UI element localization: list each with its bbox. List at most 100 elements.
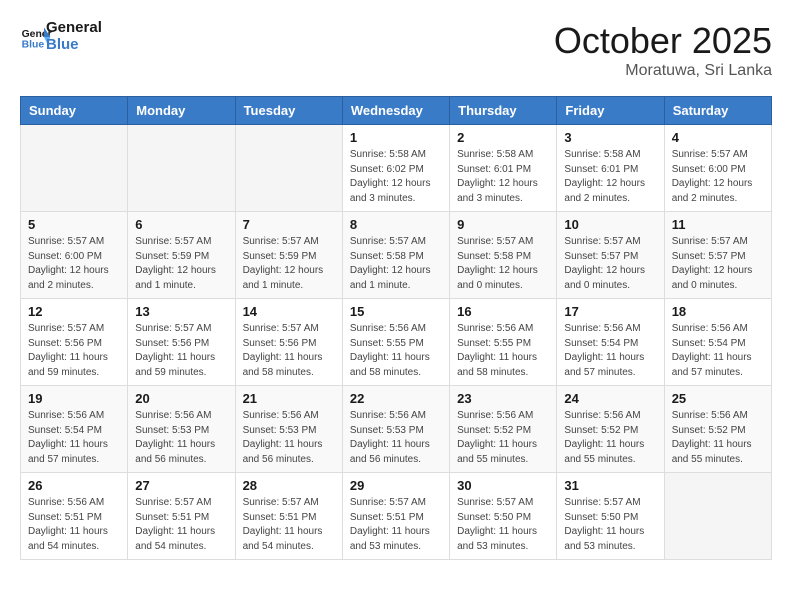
day-info: Sunrise: 5:56 AM Sunset: 5:54 PM Dayligh… bbox=[564, 322, 656, 380]
day-number: 29 bbox=[350, 478, 442, 493]
day-number: 18 bbox=[672, 304, 764, 319]
weekday-wednesday: Wednesday bbox=[342, 97, 449, 125]
svg-text:Blue: Blue bbox=[22, 39, 45, 50]
calendar-cell: 27 Sunrise: 5:57 AM Sunset: 5:51 PM Dayli… bbox=[128, 473, 235, 560]
title-block: October 2025 Moratuwa, Sri Lanka bbox=[554, 20, 772, 80]
day-info: Sunrise: 5:57 AM Sunset: 5:56 PM Dayligh… bbox=[28, 322, 120, 380]
calendar-cell: 21 Sunrise: 5:56 AM Sunset: 5:53 PM Dayli… bbox=[235, 386, 342, 473]
day-info: Sunrise: 5:57 AM Sunset: 5:51 PM Dayligh… bbox=[350, 496, 442, 554]
calendar-cell: 8Sunrise: 5:57 AM Sunset: 5:58 PM Daylig… bbox=[342, 212, 449, 299]
calendar-cell: 15Sunrise: 5:56 AM Sunset: 5:55 PM Dayli… bbox=[342, 299, 449, 386]
day-number: 21 bbox=[243, 391, 335, 406]
week-row-3: 12 Sunrise: 5:57 AM Sunset: 5:56 PM Dayli… bbox=[21, 299, 772, 386]
day-info: Sunrise: 5:57 AM Sunset: 5:56 PM Dayligh… bbox=[243, 322, 335, 380]
day-number: 7 bbox=[243, 217, 335, 232]
week-row-1: 1 Sunrise: 5:58 AM Sunset: 6:02 PM Daylig… bbox=[21, 125, 772, 212]
calendar-cell: 28 Sunrise: 5:57 AM Sunset: 5:51 PM Dayli… bbox=[235, 473, 342, 560]
day-info: Sunrise: 5:56 AM Sunset: 5:53 PM Dayligh… bbox=[135, 409, 227, 467]
calendar-cell: 1 Sunrise: 5:58 AM Sunset: 6:02 PM Daylig… bbox=[342, 125, 449, 212]
day-number: 13 bbox=[135, 304, 227, 319]
calendar-cell: 29 Sunrise: 5:57 AM Sunset: 5:51 PM Dayli… bbox=[342, 473, 449, 560]
day-number: 3 bbox=[564, 130, 656, 145]
weekday-monday: Monday bbox=[128, 97, 235, 125]
day-info: Sunrise: 5:56 AM Sunset: 5:54 PM Dayligh… bbox=[28, 409, 120, 467]
calendar-table: SundayMondayTuesdayWednesdayThursdayFrid… bbox=[20, 96, 772, 560]
day-info: Sunrise: 5:57 AM Sunset: 5:59 PM Dayligh… bbox=[135, 235, 227, 293]
weekday-sunday: Sunday bbox=[21, 97, 128, 125]
calendar-cell: 14 Sunrise: 5:57 AM Sunset: 5:56 PM Dayli… bbox=[235, 299, 342, 386]
calendar-cell: 12 Sunrise: 5:57 AM Sunset: 5:56 PM Dayli… bbox=[21, 299, 128, 386]
day-info: Sunrise: 5:57 AM Sunset: 5:57 PM Dayligh… bbox=[672, 235, 764, 293]
calendar-cell: 31 Sunrise: 5:57 AM Sunset: 5:50 PM Dayli… bbox=[557, 473, 664, 560]
day-number: 11 bbox=[672, 217, 764, 232]
week-row-2: 5 Sunrise: 5:57 AM Sunset: 6:00 PM Daylig… bbox=[21, 212, 772, 299]
day-number: 22 bbox=[350, 391, 442, 406]
day-number: 8 bbox=[350, 217, 442, 232]
weekday-thursday: Thursday bbox=[450, 97, 557, 125]
day-number: 2 bbox=[457, 130, 549, 145]
day-number: 5 bbox=[28, 217, 120, 232]
week-row-4: 19Sunrise: 5:56 AM Sunset: 5:54 PM Dayli… bbox=[21, 386, 772, 473]
calendar-cell: 5 Sunrise: 5:57 AM Sunset: 6:00 PM Daylig… bbox=[21, 212, 128, 299]
day-info: Sunrise: 5:57 AM Sunset: 5:50 PM Dayligh… bbox=[564, 496, 656, 554]
day-info: Sunrise: 5:57 AM Sunset: 6:00 PM Dayligh… bbox=[28, 235, 120, 293]
day-number: 10 bbox=[564, 217, 656, 232]
calendar-cell: 7 Sunrise: 5:57 AM Sunset: 5:59 PM Daylig… bbox=[235, 212, 342, 299]
calendar-cell: 6 Sunrise: 5:57 AM Sunset: 5:59 PM Daylig… bbox=[128, 212, 235, 299]
calendar-cell: 9Sunrise: 5:57 AM Sunset: 5:58 PM Daylig… bbox=[450, 212, 557, 299]
calendar-cell: 10 Sunrise: 5:57 AM Sunset: 5:57 PM Dayli… bbox=[557, 212, 664, 299]
calendar-cell: 13Sunrise: 5:57 AM Sunset: 5:56 PM Dayli… bbox=[128, 299, 235, 386]
day-number: 27 bbox=[135, 478, 227, 493]
calendar-cell: 16Sunrise: 5:56 AM Sunset: 5:55 PM Dayli… bbox=[450, 299, 557, 386]
location: Moratuwa, Sri Lanka bbox=[554, 62, 772, 80]
day-info: Sunrise: 5:57 AM Sunset: 5:51 PM Dayligh… bbox=[135, 496, 227, 554]
day-number: 6 bbox=[135, 217, 227, 232]
calendar-cell: 3 Sunrise: 5:58 AM Sunset: 6:01 PM Daylig… bbox=[557, 125, 664, 212]
calendar-cell: 25Sunrise: 5:56 AM Sunset: 5:52 PM Dayli… bbox=[664, 386, 771, 473]
day-info: Sunrise: 5:58 AM Sunset: 6:02 PM Dayligh… bbox=[350, 148, 442, 206]
logo-blue: Blue bbox=[46, 37, 102, 54]
day-info: Sunrise: 5:56 AM Sunset: 5:53 PM Dayligh… bbox=[243, 409, 335, 467]
day-number: 1 bbox=[350, 130, 442, 145]
day-number: 25 bbox=[672, 391, 764, 406]
day-number: 26 bbox=[28, 478, 120, 493]
weekday-header-row: SundayMondayTuesdayWednesdayThursdayFrid… bbox=[21, 97, 772, 125]
day-number: 16 bbox=[457, 304, 549, 319]
day-number: 28 bbox=[243, 478, 335, 493]
day-info: Sunrise: 5:56 AM Sunset: 5:52 PM Dayligh… bbox=[564, 409, 656, 467]
day-info: Sunrise: 5:57 AM Sunset: 5:51 PM Dayligh… bbox=[243, 496, 335, 554]
day-number: 24 bbox=[564, 391, 656, 406]
day-info: Sunrise: 5:58 AM Sunset: 6:01 PM Dayligh… bbox=[564, 148, 656, 206]
calendar-cell bbox=[128, 125, 235, 212]
calendar-cell bbox=[235, 125, 342, 212]
day-info: Sunrise: 5:56 AM Sunset: 5:52 PM Dayligh… bbox=[457, 409, 549, 467]
calendar-cell bbox=[21, 125, 128, 212]
weekday-friday: Friday bbox=[557, 97, 664, 125]
day-info: Sunrise: 5:57 AM Sunset: 5:59 PM Dayligh… bbox=[243, 235, 335, 293]
day-number: 14 bbox=[243, 304, 335, 319]
day-info: Sunrise: 5:57 AM Sunset: 6:00 PM Dayligh… bbox=[672, 148, 764, 206]
day-number: 9 bbox=[457, 217, 549, 232]
calendar-cell: 4 Sunrise: 5:57 AM Sunset: 6:00 PM Daylig… bbox=[664, 125, 771, 212]
week-row-5: 26 Sunrise: 5:56 AM Sunset: 5:51 PM Dayli… bbox=[21, 473, 772, 560]
day-number: 15 bbox=[350, 304, 442, 319]
day-number: 30 bbox=[457, 478, 549, 493]
day-number: 31 bbox=[564, 478, 656, 493]
day-number: 12 bbox=[28, 304, 120, 319]
day-number: 4 bbox=[672, 130, 764, 145]
logo: General Blue General Blue bbox=[20, 20, 102, 53]
calendar-cell: 24 Sunrise: 5:56 AM Sunset: 5:52 PM Dayli… bbox=[557, 386, 664, 473]
day-info: Sunrise: 5:56 AM Sunset: 5:51 PM Dayligh… bbox=[28, 496, 120, 554]
day-info: Sunrise: 5:56 AM Sunset: 5:53 PM Dayligh… bbox=[350, 409, 442, 467]
day-info: Sunrise: 5:57 AM Sunset: 5:57 PM Dayligh… bbox=[564, 235, 656, 293]
page-header: General Blue General Blue October 2025 M… bbox=[20, 20, 772, 80]
day-number: 20 bbox=[135, 391, 227, 406]
month-title: October 2025 bbox=[554, 20, 772, 62]
calendar-cell: 11 Sunrise: 5:57 AM Sunset: 5:57 PM Dayli… bbox=[664, 212, 771, 299]
logo-general: General bbox=[46, 20, 102, 37]
day-info: Sunrise: 5:57 AM Sunset: 5:50 PM Dayligh… bbox=[457, 496, 549, 554]
day-number: 23 bbox=[457, 391, 549, 406]
calendar-cell: 23 Sunrise: 5:56 AM Sunset: 5:52 PM Dayli… bbox=[450, 386, 557, 473]
calendar-cell: 22 Sunrise: 5:56 AM Sunset: 5:53 PM Dayli… bbox=[342, 386, 449, 473]
day-number: 17 bbox=[564, 304, 656, 319]
